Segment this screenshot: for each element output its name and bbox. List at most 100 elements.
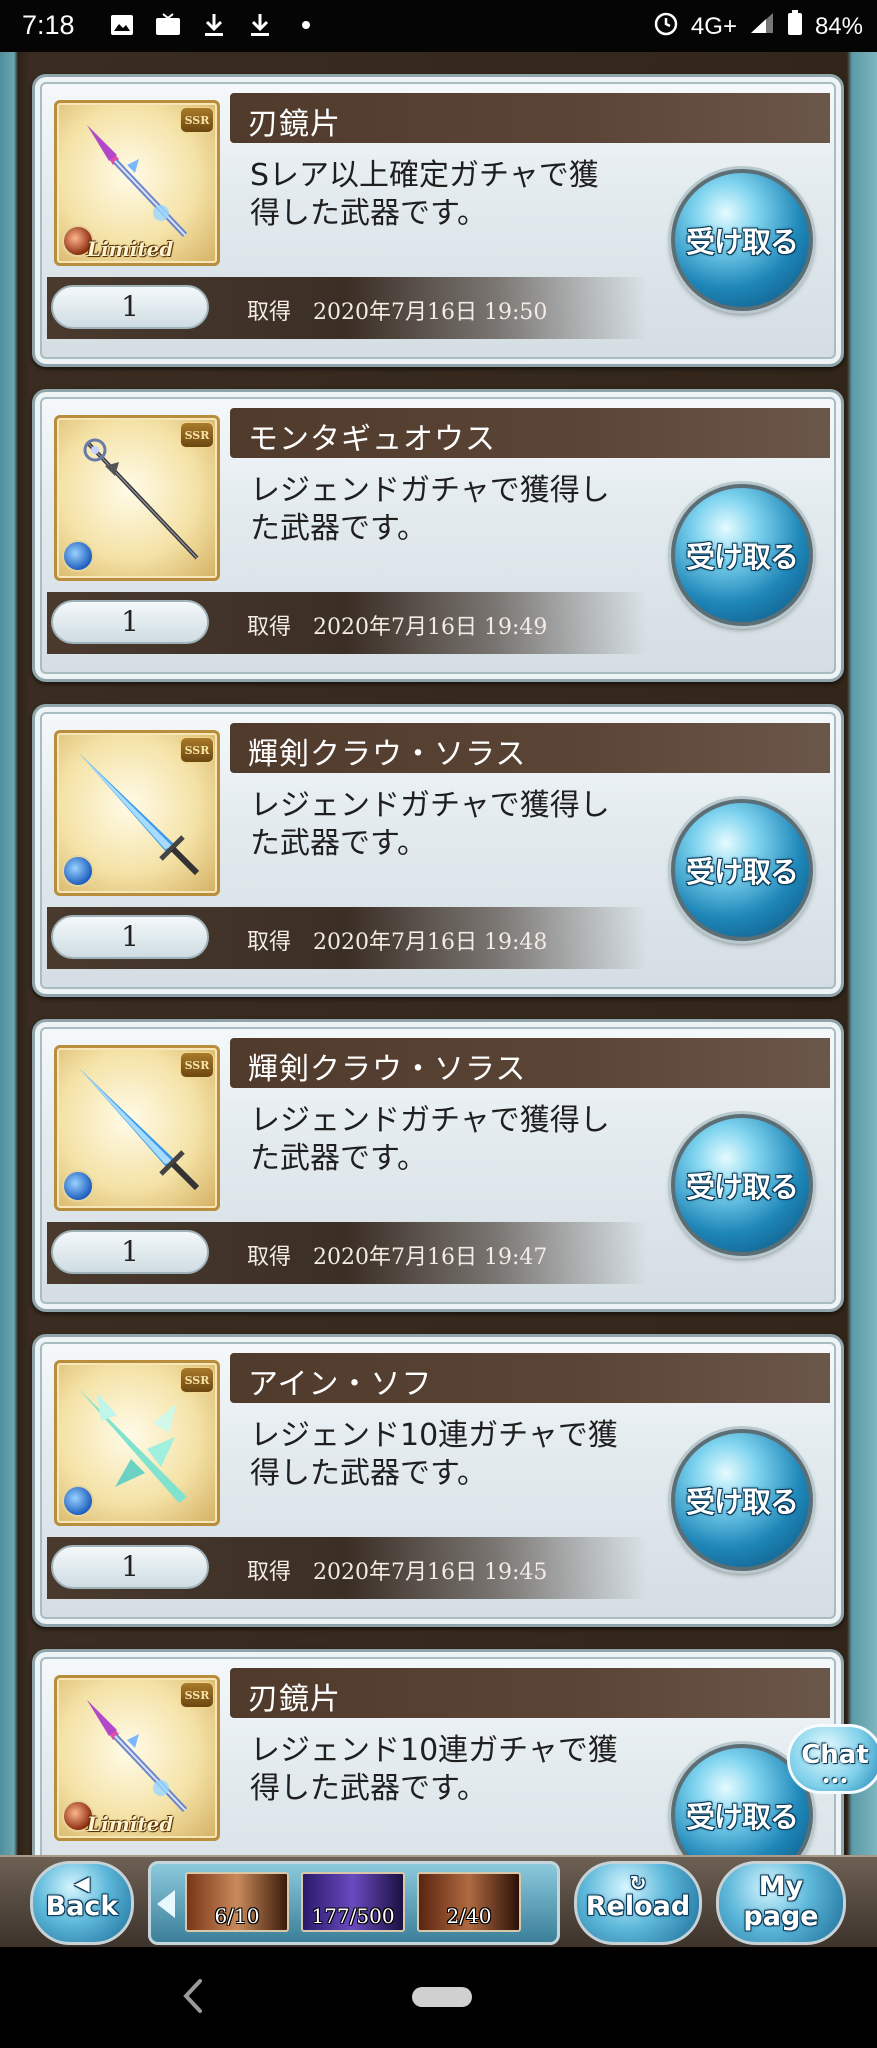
chat-label: Chat [801, 1740, 869, 1770]
rarity-badge: SSR [180, 107, 214, 133]
item-name: 刃鏡片 [248, 1682, 341, 1717]
item-name-bar: 輝剣クラウ・ソラス [230, 1038, 830, 1088]
ep-value: 2/40 [446, 1904, 492, 1928]
ap-value: 6/10 [214, 1904, 260, 1928]
description-line: レジェンドガチャで獲得し [250, 788, 610, 823]
acquired-label: 取得 [247, 1560, 292, 1585]
image-icon [108, 12, 136, 38]
ep-gauge[interactable]: 2/40 [417, 1872, 521, 1932]
acquired-info: 取得 2020年7月16日 19:47 [247, 1239, 547, 1271]
weapon-thumbnail[interactable]: SSR [54, 730, 220, 896]
description-line: た武器です。 [250, 826, 427, 861]
rarity-badge: SSR [180, 422, 214, 448]
left-arrow-icon[interactable] [157, 1890, 175, 1918]
rarity-badge: SSR [180, 1367, 214, 1393]
water-element-icon [62, 855, 94, 887]
item-name-bar: 刃鏡片 [230, 93, 830, 143]
weapon-thumbnail[interactable]: SSR [54, 1045, 220, 1211]
acquired-info: 取得 2020年7月16日 19:48 [247, 924, 547, 956]
description-line: Sレア以上確定ガチャで獲 [250, 158, 599, 193]
description-line: レジェンドガチャで獲得し [250, 1103, 610, 1138]
back-arrow-icon: ◀ [74, 1871, 90, 1895]
receive-button[interactable]: 受け取る [671, 484, 813, 626]
item-name: モンタギュオウス [248, 422, 496, 457]
water-element-icon [62, 1485, 94, 1517]
acquired-datetime: 2020年7月16日 19:45 [313, 1560, 548, 1585]
acquired-info: 取得 2020年7月16日 19:49 [247, 609, 547, 641]
mypage-label-line1: My [758, 1871, 804, 1902]
receive-button[interactable]: 受け取る [671, 799, 813, 941]
system-nav-bar [0, 1947, 877, 2048]
item-description: レジェンドガチャで獲得し た武器です。 [250, 1102, 670, 1178]
battery-level: 84% [814, 12, 863, 40]
bp-gauge[interactable]: 177/500 [301, 1872, 405, 1932]
item-description: レジェンド10連ガチャで獲 得した武器です。 [250, 1732, 670, 1808]
acquired-datetime: 2020年7月16日 19:47 [313, 1245, 548, 1270]
water-element-icon [62, 1170, 94, 1202]
weapon-thumbnail[interactable]: SSR [54, 415, 220, 581]
tv-icon [154, 12, 182, 38]
acquired-info: 取得 2020年7月16日 19:45 [247, 1554, 547, 1586]
status-right: 4G+ 84% [653, 10, 863, 43]
present-list[interactable]: SSR Limited 刃鏡片 Sレア以上確定ガチャで獲 得した武器です。 1 … [0, 52, 877, 1855]
acquired-info: 取得 2020年7月16日 19:50 [247, 294, 547, 326]
description-line: レジェンドガチャで獲得し [250, 473, 610, 508]
list-item: SSR 輝剣クラウ・ソラス レジェンドガチャで獲得し た武器です。 1 取得 20… [32, 704, 844, 997]
rarity-badge: SSR [180, 737, 214, 763]
item-description: レジェンドガチャで獲得し た武器です。 [250, 472, 670, 548]
weapon-thumbnail[interactable]: SSR Limited [54, 100, 220, 266]
item-description: Sレア以上確定ガチャで獲 得した武器です。 [250, 157, 670, 233]
description-line: 得した武器です。 [250, 1771, 487, 1806]
weapon-thumbnail[interactable]: SSR [54, 1360, 220, 1526]
quantity-badge: 1 [51, 1545, 209, 1589]
download-icon [246, 12, 274, 38]
reload-icon: ↻ [629, 1871, 647, 1895]
notification-icons [108, 12, 320, 38]
battery-icon [787, 10, 803, 43]
item-name: 輝剣クラウ・ソラス [248, 737, 527, 772]
description-line: た武器です。 [250, 1141, 427, 1176]
quantity-badge: 1 [51, 285, 209, 329]
weapon-thumbnail[interactable]: SSR Limited [54, 1675, 220, 1841]
nav-home-pill[interactable] [412, 1987, 472, 2007]
item-name: アイン・ソフ [248, 1367, 433, 1402]
description-line: レジェンド10連ガチャで獲 [250, 1733, 618, 1768]
receive-button[interactable]: 受け取る [671, 1114, 813, 1256]
receive-button[interactable]: 受け取る [671, 169, 813, 311]
acquired-label: 取得 [247, 930, 292, 955]
acquired-label: 取得 [247, 615, 292, 640]
download-icon [200, 12, 228, 38]
item-name-bar: モンタギュオウス [230, 408, 830, 458]
mypage-button[interactable]: My page [716, 1861, 846, 1945]
signal-icon [749, 11, 775, 42]
description-line: た武器です。 [250, 511, 427, 546]
water-element-icon [62, 540, 94, 572]
quantity-badge: 1 [51, 915, 209, 959]
rarity-badge: SSR [180, 1052, 214, 1078]
chat-dots: ••• [821, 1774, 849, 1790]
status-gauges: 6/10 177/500 2/40 [148, 1861, 560, 1945]
nav-back-icon[interactable] [178, 1977, 208, 2015]
mypage-label-line2: page [743, 1901, 819, 1932]
description-line: レジェンド10連ガチャで獲 [250, 1418, 618, 1453]
reload-button[interactable]: ↻ Reload [574, 1861, 702, 1945]
back-label: Back [45, 1891, 119, 1922]
quantity-badge: 1 [51, 1230, 209, 1274]
acquired-datetime: 2020年7月16日 19:49 [313, 615, 548, 640]
chat-button[interactable]: Chat ••• [787, 1724, 877, 1794]
rarity-badge: SSR [180, 1682, 214, 1708]
list-item: SSR Limited 刃鏡片 レジェンド10連ガチャで獲 得した武器です。 受… [32, 1649, 844, 1855]
reload-label: Reload [585, 1891, 691, 1922]
status-time: 7:18 [22, 10, 75, 40]
acquired-label: 取得 [247, 300, 292, 325]
description-line: 得した武器です。 [250, 1456, 487, 1491]
limited-badge: Limited [87, 237, 174, 261]
ap-gauge[interactable]: 6/10 [185, 1872, 289, 1932]
back-button[interactable]: ◀ Back [30, 1861, 134, 1945]
item-name-bar: 刃鏡片 [230, 1668, 830, 1718]
list-item: SSR 輝剣クラウ・ソラス レジェンドガチャで獲得し た武器です。 1 取得 20… [32, 1019, 844, 1312]
dot-icon [292, 12, 320, 38]
acquired-datetime: 2020年7月16日 19:48 [313, 930, 548, 955]
limited-badge: Limited [87, 1812, 174, 1836]
receive-button[interactable]: 受け取る [671, 1429, 813, 1571]
